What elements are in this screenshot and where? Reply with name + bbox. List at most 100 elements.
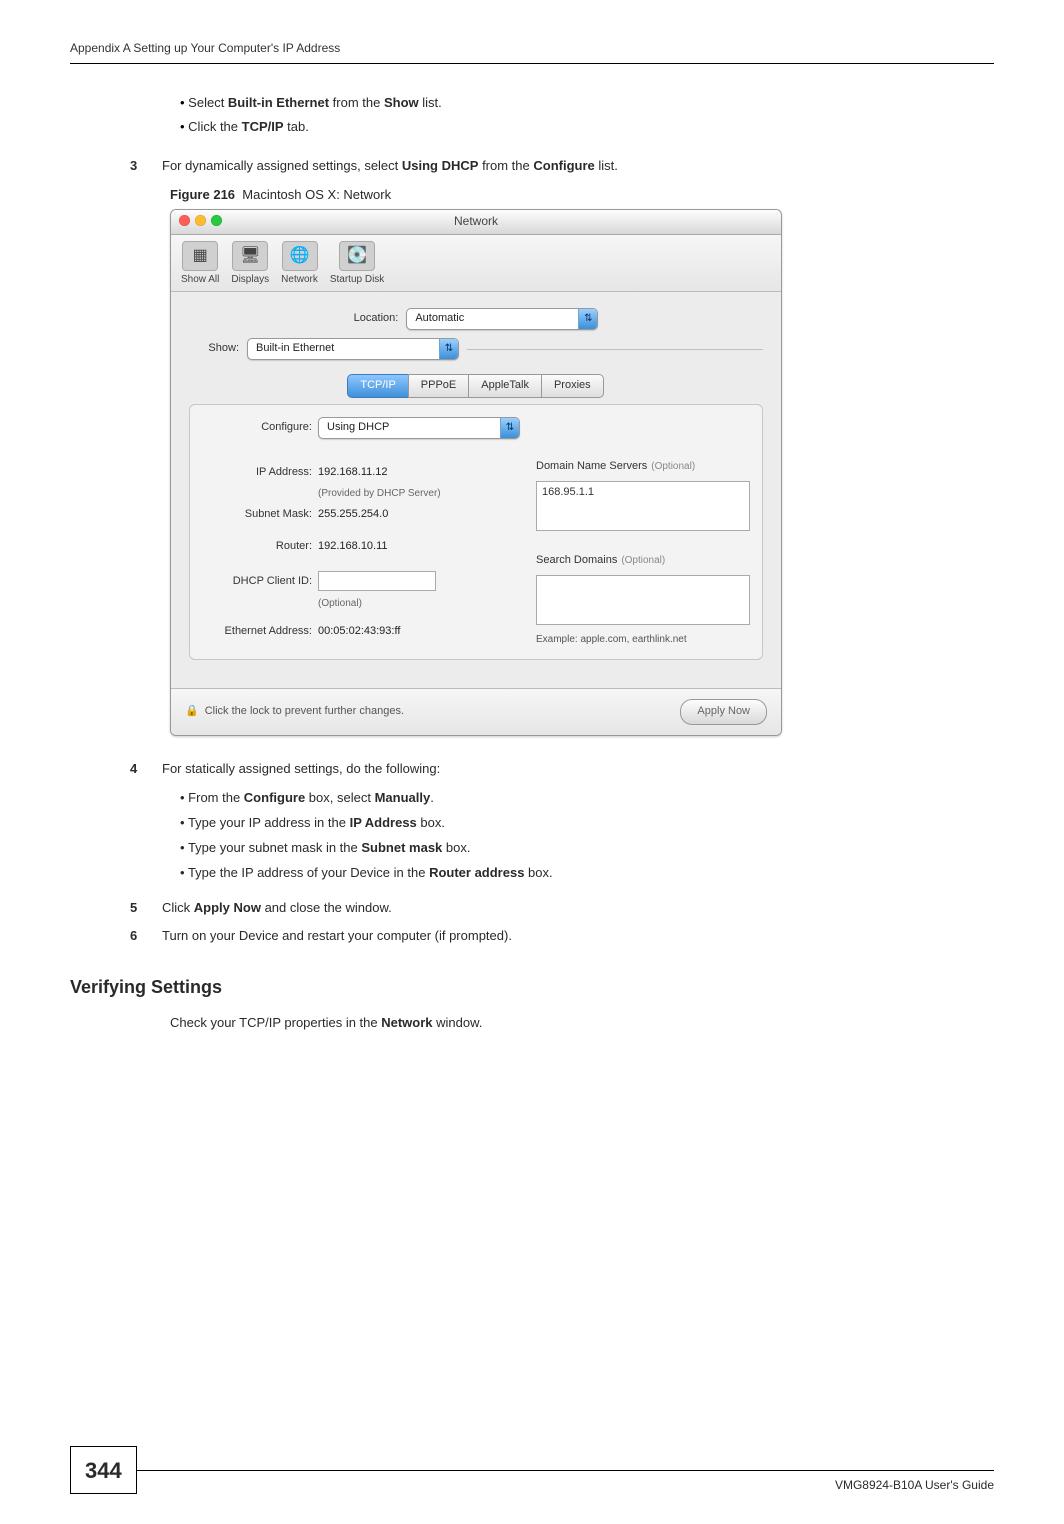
text: . [430,790,434,805]
text: Type your subnet mask in the [188,840,361,855]
minimize-button[interactable] [195,215,206,226]
step-body: For statically assigned settings, do the… [162,760,994,779]
text: Domain Name Servers [536,460,647,472]
lock-row[interactable]: 🔒 Click the lock to prevent further chan… [185,704,404,720]
router-value: 192.168.10.11 [318,539,388,555]
text-bold: TCP/IP [242,119,284,134]
dhcp-client-input[interactable] [318,571,436,591]
window-traffic-lights [179,215,222,226]
subnet-row: Subnet Mask: 255.255.254.0 [202,507,520,523]
router-row: Router: 192.168.10.11 [202,539,520,555]
text-bold: Network [381,1015,432,1030]
startup-disk-icon: 💽 [339,241,375,271]
show-select[interactable]: Built-in Ethernet ⇅ [247,338,459,360]
lock-text: Click the lock to prevent further change… [205,704,404,720]
tab-pppoe[interactable]: PPPoE [408,374,469,398]
ip-note: (Provided by DHCP Server) [318,487,441,502]
apply-now-button[interactable]: Apply Now [680,699,767,725]
figure-caption-text: Macintosh OS X: Network [242,187,391,202]
dhcp-client-note-row: (Optional) [202,597,520,612]
prefpane-footer: 🔒 Click the lock to prevent further chan… [171,688,781,735]
step-number: 3 [130,157,162,176]
toolbar-network[interactable]: 🌐 Network [281,241,318,288]
text: list. [419,95,442,110]
page-footer: 344 VMG8924-B10A User's Guide [70,1470,994,1494]
show-value: Built-in Ethernet [256,342,334,354]
window-titlebar: Network [171,210,781,235]
text: and close the window. [261,900,392,915]
text-bold: Show [384,95,419,110]
tab-proxies[interactable]: Proxies [541,374,604,398]
text-bold: Apply Now [194,900,261,915]
text: box. [417,815,445,830]
toolbar-label: Show All [181,273,219,288]
text: from the [329,95,384,110]
divider [467,349,763,350]
ethernet-value: 00:05:02:43:93:ff [318,624,400,640]
tab-appletalk[interactable]: AppleTalk [468,374,542,398]
dhcp-client-label: DHCP Client ID: [202,574,312,590]
router-label: Router: [202,539,312,555]
text: Select [188,95,228,110]
step4-bullet-2: Type your IP address in the IP Address b… [180,814,994,833]
ethernet-row: Ethernet Address: 00:05:02:43:93:ff [202,624,520,640]
location-select[interactable]: Automatic ⇅ [406,308,598,330]
step-body: Click Apply Now and close the window. [162,899,994,918]
text: From the [188,790,244,805]
step-6: 6 Turn on your Device and restart your c… [130,927,994,946]
window-title: Network [454,213,498,230]
configure-select[interactable]: Using DHCP ⇅ [318,417,520,439]
verifying-settings-heading: Verifying Settings [70,974,994,1000]
intro-bullet-list: Select Built-in Ethernet from the Show l… [180,94,994,137]
location-row: Location: Automatic ⇅ [189,308,763,330]
dropdown-arrows-icon: ⇅ [578,309,597,329]
verifying-settings-paragraph: Check your TCP/IP properties in the Netw… [170,1014,994,1033]
toolbar-label: Startup Disk [330,273,384,288]
text-bold: Subnet mask [361,840,442,855]
step-number: 5 [130,899,162,918]
example-line: Example: apple.com, earthlink.net [536,633,750,648]
macosx-network-panel-screenshot: Network ▦ Show All 🖥 Displays 🌐 Network … [170,209,782,737]
figure-caption: Figure 216 Macintosh OS X: Network [170,186,994,205]
prefpane-body: Location: Automatic ⇅ Show: Built-in Eth… [171,292,781,674]
zoom-button[interactable] [211,215,222,226]
text: Type the IP address of your Device in th… [188,865,429,880]
search-domains-heading: Search Domains(Optional) [536,553,750,569]
text: Click [162,900,194,915]
optional-label: (Optional) [651,461,695,472]
text: box. [442,840,470,855]
text-bold: Using DHCP [402,158,479,173]
text: box. [524,865,552,880]
step-body: Turn on your Device and restart your com… [162,927,994,946]
step-4-bullets: From the Configure box, select Manually.… [180,789,994,882]
close-button[interactable] [179,215,190,226]
configure-value: Using DHCP [327,421,389,433]
text: Check your TCP/IP properties in the [170,1015,381,1030]
step-number: 6 [130,927,162,946]
intro-bullet-2: Click the TCP/IP tab. [180,118,994,137]
dhcp-client-row: DHCP Client ID: [202,571,520,591]
tcpip-groupbox: Configure: Using DHCP ⇅ IP Address: 192.… [189,404,763,660]
text-bold: Configure [244,790,305,805]
text: Type your IP address in the [188,815,350,830]
text-bold: Manually [375,790,431,805]
text-bold: Built-in Ethernet [228,95,329,110]
running-header: Appendix A Setting up Your Computer's IP… [70,40,994,64]
toolbar-label: Network [281,273,318,288]
text-bold: Router address [429,865,524,880]
subnet-label: Subnet Mask: [202,507,312,523]
text: list. [595,158,618,173]
text: tab. [284,119,309,134]
configure-row: Configure: Using DHCP ⇅ [202,417,520,439]
toolbar-show-all[interactable]: ▦ Show All [181,241,219,288]
intro-bullet-1: Select Built-in Ethernet from the Show l… [180,94,994,113]
toolbar-displays[interactable]: 🖥 Displays [231,241,269,288]
search-domains-field[interactable] [536,575,750,625]
figure-label: Figure 216 [170,187,235,202]
page-number: 344 [70,1446,137,1494]
ip-label: IP Address: [202,465,312,481]
dns-servers-field[interactable]: 168.95.1.1 [536,481,750,531]
tab-tcpip[interactable]: TCP/IP [347,374,408,398]
toolbar-startup-disk[interactable]: 💽 Startup Disk [330,241,384,288]
text: box, select [305,790,374,805]
